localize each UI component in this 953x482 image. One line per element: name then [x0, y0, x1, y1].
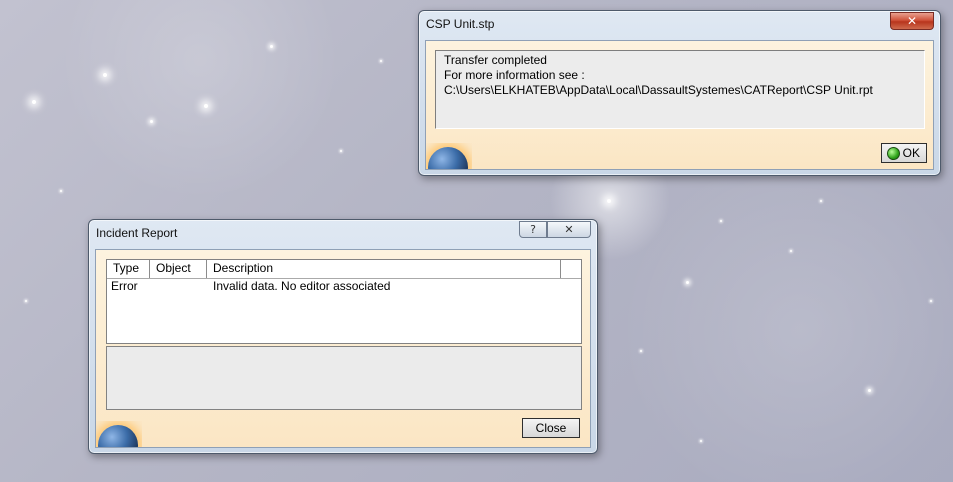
globe-logo-icon [426, 143, 472, 169]
star [640, 350, 642, 352]
incident-dialog-title: Incident Report [96, 226, 178, 240]
incident-list[interactable]: Type Object Description Error Invalid da… [106, 259, 582, 344]
star [340, 150, 342, 152]
cell-type: Error [111, 279, 138, 293]
column-header-object[interactable]: Object [150, 260, 207, 278]
column-header-spacer [561, 260, 581, 278]
globe-logo-icon [96, 421, 142, 447]
more-info-text: For more information see : [444, 68, 585, 82]
star [270, 45, 273, 48]
transfer-status-text: Transfer completed [444, 53, 547, 67]
csp-dialog-title: CSP Unit.stp [426, 17, 495, 31]
incident-details-pane [106, 346, 582, 410]
star [720, 220, 722, 222]
star [25, 300, 27, 302]
star [790, 250, 792, 252]
star [686, 281, 689, 284]
csp-dialog-titlebar[interactable]: CSP Unit.stp ✕ [419, 11, 940, 37]
star [204, 104, 208, 108]
column-header-type[interactable]: Type [107, 260, 150, 278]
star [60, 190, 62, 192]
star [820, 200, 822, 202]
help-button[interactable]: ? [519, 221, 547, 238]
close-icon: ✕ [906, 14, 918, 28]
csp-transfer-dialog: CSP Unit.stp ✕ Transfer completed For mo… [418, 10, 941, 176]
close-button[interactable]: Close [522, 418, 580, 438]
incident-dialog-close-x-button[interactable]: ✕ [547, 221, 591, 238]
column-header-description[interactable]: Description [207, 260, 561, 278]
incident-dialog-titlebar[interactable]: Incident Report ? ✕ [89, 220, 597, 246]
incident-report-dialog: Incident Report ? ✕ Type Object Descript… [88, 219, 598, 454]
star [607, 199, 611, 203]
star [32, 100, 36, 104]
ok-button[interactable]: OK [881, 143, 927, 163]
help-icon: ? [530, 223, 536, 236]
star [150, 120, 153, 123]
close-icon: ✕ [564, 223, 574, 236]
star [930, 300, 932, 302]
report-path-text: C:\Users\ELKHATEB\AppData\Local\Dassault… [444, 83, 873, 97]
csp-dialog-close-button[interactable]: ✕ [890, 12, 934, 30]
ok-check-icon [887, 147, 900, 160]
incident-dialog-client-area: Type Object Description Error Invalid da… [95, 249, 591, 448]
ok-button-label: OK [902, 146, 920, 160]
table-row[interactable]: Error Invalid data. No editor associated [107, 278, 581, 295]
cell-description: Invalid data. No editor associated [213, 279, 391, 293]
star [868, 389, 871, 392]
transfer-message-box: Transfer completed For more information … [435, 50, 925, 129]
star [700, 440, 702, 442]
incident-list-header: Type Object Description [107, 260, 581, 279]
csp-dialog-client-area: Transfer completed For more information … [425, 40, 934, 170]
star [103, 73, 107, 77]
star [380, 60, 382, 62]
